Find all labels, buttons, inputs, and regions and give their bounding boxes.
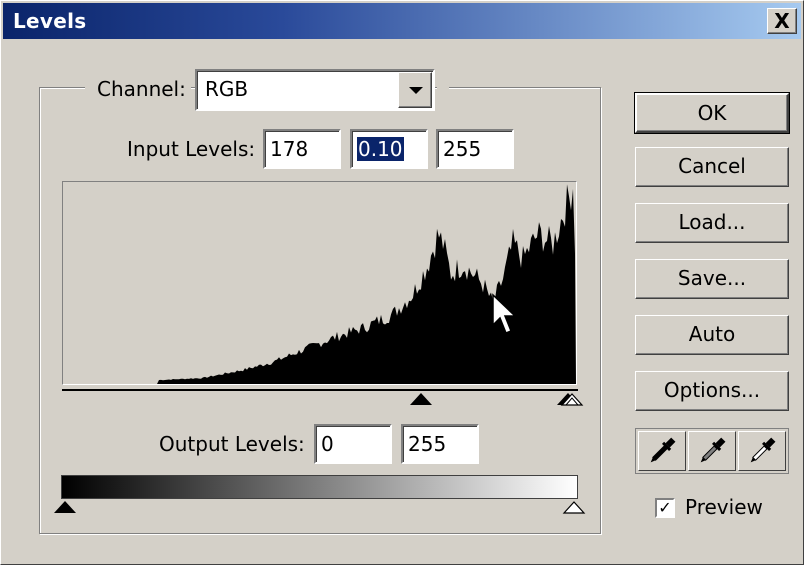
channel-select[interactable]: RGB bbox=[195, 69, 435, 111]
gray-point-eyedropper-icon[interactable] bbox=[688, 431, 736, 471]
histogram-panel bbox=[62, 181, 577, 385]
checkmark-icon: ✓ bbox=[658, 498, 672, 517]
ok-button[interactable]: OK bbox=[634, 92, 790, 134]
output-black-field[interactable]: 0 bbox=[314, 424, 392, 464]
channel-label: Channel: bbox=[97, 77, 186, 101]
output-white-slider-handle[interactable] bbox=[562, 499, 586, 515]
input-white-slider-handle[interactable] bbox=[558, 391, 588, 407]
preview-label: Preview bbox=[685, 495, 763, 519]
output-levels-label: Output Levels: bbox=[159, 432, 305, 456]
options-button[interactable]: Options... bbox=[635, 371, 789, 411]
output-gradient-bar bbox=[61, 475, 578, 499]
input-white-value: 255 bbox=[443, 137, 482, 161]
input-white-field[interactable]: 255 bbox=[436, 129, 514, 169]
close-icon: X bbox=[774, 9, 790, 33]
eyedropper-group bbox=[635, 428, 789, 474]
ok-label: OK bbox=[697, 101, 727, 125]
levels-dialog: Levels X Channel: RGB Input Levels: 178 … bbox=[0, 0, 804, 565]
input-gamma-value: 0.10 bbox=[357, 137, 404, 161]
input-gamma-slider-handle[interactable] bbox=[410, 393, 432, 405]
auto-label: Auto bbox=[688, 322, 736, 346]
output-black-slider-handle[interactable] bbox=[54, 501, 76, 513]
load-label: Load... bbox=[678, 210, 746, 234]
preview-checkbox[interactable]: ✓ bbox=[655, 498, 675, 518]
save-button[interactable]: Save... bbox=[635, 259, 789, 299]
save-label: Save... bbox=[677, 266, 747, 290]
mouse-cursor-icon bbox=[492, 293, 517, 334]
cancel-label: Cancel bbox=[678, 154, 746, 178]
input-black-field[interactable]: 178 bbox=[263, 129, 341, 169]
chevron-down-icon[interactable] bbox=[398, 72, 432, 108]
input-slider-track[interactable] bbox=[62, 389, 578, 391]
auto-button[interactable]: Auto bbox=[635, 315, 789, 355]
channel-value: RGB bbox=[205, 77, 249, 101]
black-point-eyedropper-icon[interactable] bbox=[638, 431, 686, 471]
output-white-field[interactable]: 255 bbox=[401, 424, 479, 464]
histogram-graph bbox=[63, 184, 576, 384]
white-point-eyedropper-icon[interactable] bbox=[738, 431, 786, 471]
input-black-value: 178 bbox=[270, 137, 309, 161]
input-gamma-field[interactable]: 0.10 bbox=[350, 129, 428, 169]
input-levels-label: Input Levels: bbox=[127, 137, 256, 161]
close-button[interactable]: X bbox=[767, 8, 797, 34]
output-white-value: 255 bbox=[408, 432, 447, 456]
groupbox-gap bbox=[437, 81, 449, 93]
output-black-value: 0 bbox=[321, 432, 334, 456]
histogram-shape bbox=[63, 184, 576, 384]
options-label: Options... bbox=[663, 378, 761, 402]
window-title: Levels bbox=[13, 9, 87, 33]
cancel-button[interactable]: Cancel bbox=[635, 147, 789, 187]
title-bar[interactable]: Levels X bbox=[3, 3, 801, 39]
load-button[interactable]: Load... bbox=[635, 203, 789, 243]
